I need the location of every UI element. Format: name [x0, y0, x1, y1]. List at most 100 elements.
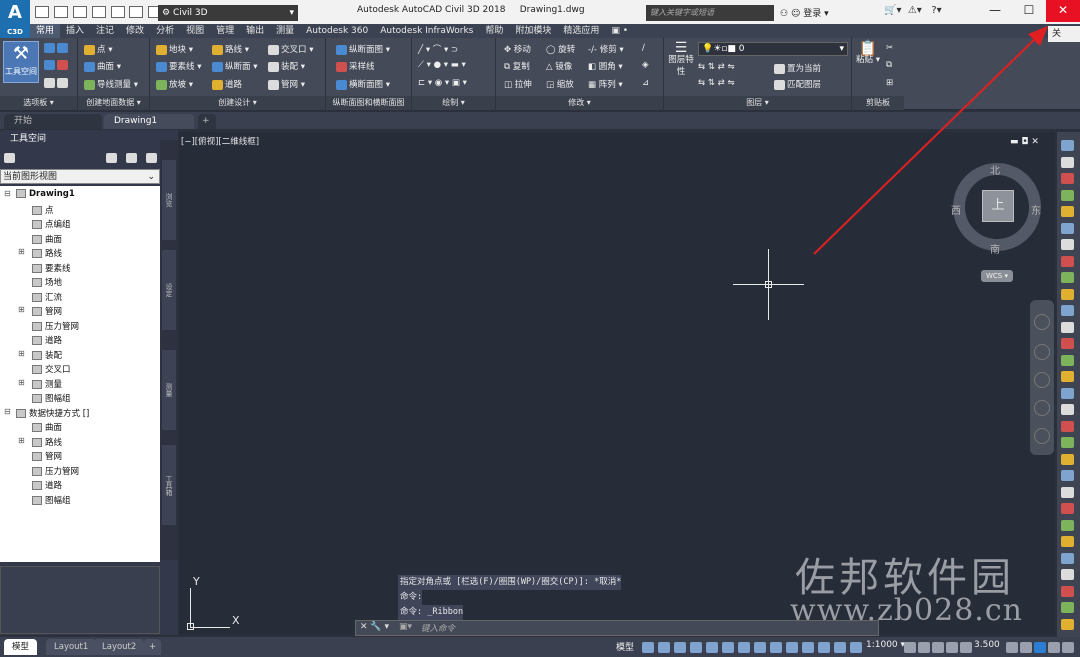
tree-item[interactable]: 要素线	[32, 262, 71, 274]
status-tool-icon[interactable]	[904, 642, 916, 653]
tree-item[interactable]: 交叉口	[32, 363, 71, 375]
palette-list-icon[interactable]	[126, 153, 137, 163]
mirror-button[interactable]: △ 镜像	[546, 60, 572, 72]
tab-view[interactable]: 视图	[180, 24, 210, 38]
toolbar-tool-icon[interactable]	[1061, 437, 1074, 448]
tab-prospector[interactable]: 浏览	[162, 160, 176, 240]
toolbar-tool-icon[interactable]	[1061, 519, 1074, 531]
toolbar-tool-icon[interactable]	[1061, 585, 1074, 597]
status-tool-icon[interactable]	[932, 642, 944, 653]
help-icon[interactable]: ?▾	[931, 5, 941, 16]
toolbar-tool-icon[interactable]	[1061, 602, 1074, 613]
status-toggle-icon[interactable]	[722, 642, 734, 653]
annotation-scale[interactable]: 1:1000 ▾	[866, 640, 905, 650]
line-icon[interactable]: ╱ ▾ ⌒ ▾ ⊃	[418, 43, 458, 55]
tree-item[interactable]: 图幅组	[32, 392, 71, 404]
status-right-icon[interactable]	[1020, 642, 1032, 653]
toolbar-tool-icon[interactable]	[1061, 387, 1074, 399]
status-tool-icon[interactable]	[960, 642, 972, 653]
tree-item[interactable]: 曲面	[32, 421, 62, 433]
tab-insert[interactable]: 插入	[60, 24, 90, 38]
tree-expander[interactable]: ⊞	[18, 378, 25, 387]
layer-tools-row1[interactable]: ⇆ ⇅ ⇄ ⇋	[698, 62, 735, 72]
status-right-icon[interactable]	[1006, 642, 1018, 653]
status-toggle-icon[interactable]	[770, 642, 782, 653]
panel-label[interactable]: 绘制 ▾	[412, 96, 495, 110]
toolbar-tool-icon[interactable]	[1061, 288, 1074, 300]
palette-help-icon[interactable]	[146, 153, 157, 163]
sample-lines-button[interactable]: 采样线	[336, 60, 375, 72]
panel-label[interactable]: 修改 ▾	[496, 96, 663, 110]
tree-item[interactable]: 路线	[32, 436, 62, 448]
toolbar-tool-icon[interactable]	[1061, 156, 1074, 168]
tab-analyze[interactable]: 分析	[150, 24, 180, 38]
command-input[interactable]: 键入命令	[421, 622, 455, 634]
close-button[interactable]: ✕	[1046, 0, 1080, 22]
toolbar-tool-icon[interactable]	[1061, 371, 1074, 382]
hatch-icon[interactable]: ⊏ ▾ ◉ ▾ ▣ ▾	[418, 78, 467, 88]
tab-addins[interactable]: 附加模块	[509, 24, 557, 38]
status-tool-icon[interactable]	[946, 642, 958, 653]
undo-icon[interactable]	[129, 6, 144, 18]
search-input[interactable]: 键入关键字或短语	[646, 5, 774, 21]
status-toggle-icon[interactable]	[674, 642, 686, 653]
points-button[interactable]: 点 ▾	[84, 43, 112, 55]
tree-item[interactable]: Drawing1	[16, 189, 75, 199]
toolbar-tool-icon[interactable]	[1061, 618, 1074, 630]
pipe-network-button[interactable]: 管网 ▾	[268, 78, 305, 90]
tab-modify[interactable]: 修改	[120, 24, 150, 38]
status-right-icon[interactable]	[1048, 642, 1060, 653]
toolbar-tool-icon[interactable]	[1061, 305, 1074, 316]
viewport-label[interactable]: [−][俯视][二维线框]	[181, 135, 259, 147]
panel-label[interactable]: 选项板 ▾	[0, 96, 77, 110]
tab-extra[interactable]: ▣ •	[605, 24, 634, 38]
profile-button[interactable]: 纵断面 ▾	[212, 60, 257, 72]
status-toggle-icon[interactable]	[706, 642, 718, 653]
tree-item[interactable]: 点	[32, 204, 54, 216]
tree-item[interactable]: 压力管网	[32, 465, 79, 477]
open-icon[interactable]	[53, 6, 68, 18]
palette-icon-3[interactable]	[44, 78, 70, 89]
tree-item[interactable]: 管网	[32, 450, 62, 462]
toolbar-tool-icon[interactable]	[1061, 354, 1074, 366]
toolbar-tool-icon[interactable]	[1061, 222, 1074, 234]
tree-item[interactable]: 道路	[32, 334, 62, 346]
toolbar-tool-icon[interactable]	[1061, 486, 1074, 498]
orbit-icon[interactable]	[1034, 400, 1050, 416]
tree-item[interactable]: 汇流	[32, 291, 62, 303]
traverse-button[interactable]: 导线测量 ▾	[84, 78, 138, 90]
toolspace-button[interactable]: ⚒ 工具空间	[3, 41, 39, 83]
toolbar-tool-icon[interactable]	[1061, 140, 1074, 151]
layer-properties-button[interactable]: ☰ 图层特性	[668, 41, 694, 78]
login-button[interactable]: ⚇ ☺ 登录 ▾	[780, 6, 829, 19]
tab-toolbox[interactable]: 工具箱	[162, 445, 176, 525]
status-toggle-icon[interactable]	[754, 642, 766, 653]
save-as-icon[interactable]	[91, 6, 106, 18]
copy-button[interactable]: ⧉ 复制	[504, 60, 530, 72]
tree-expander[interactable]: ⊟	[4, 407, 11, 416]
erase-icon[interactable]: ∕	[642, 43, 645, 53]
tree-expander[interactable]: ⊟	[4, 189, 11, 198]
status-toggle-icon[interactable]	[834, 642, 846, 653]
toolbar-tool-icon[interactable]	[1061, 272, 1074, 283]
status-toggle-icon[interactable]	[690, 642, 702, 653]
stretch-button[interactable]: ◫ 拉伸	[504, 78, 532, 90]
panel-label[interactable]: 创建设计 ▾	[150, 96, 325, 110]
print-icon[interactable]	[110, 6, 125, 18]
grading-button[interactable]: 放坡 ▾	[156, 78, 193, 90]
palette-toggle-icon[interactable]	[4, 153, 15, 163]
tab-settings[interactable]: 设定	[162, 250, 176, 330]
toolbar-tool-icon[interactable]	[1061, 173, 1074, 184]
rotate-button[interactable]: ◯ 旋转	[546, 43, 575, 55]
maximize-button[interactable]: ☐	[1012, 0, 1046, 22]
elevation-value[interactable]: 3.500	[974, 640, 1000, 650]
tab-autodesk-360[interactable]: Autodesk 360	[300, 24, 374, 38]
palette-icon-1[interactable]	[44, 43, 70, 54]
polyline-icon[interactable]: ⟋ ▾ ● ▾ ▬ ▾	[418, 60, 466, 70]
model-space-button[interactable]: 模型	[616, 640, 634, 653]
array-button[interactable]: ▦ 阵列 ▾	[588, 78, 623, 90]
trim-button[interactable]: -/- 修剪 ▾	[588, 43, 624, 55]
tab-help[interactable]: 帮助	[479, 24, 509, 38]
toolbar-tool-icon[interactable]	[1061, 338, 1074, 349]
layout-tab-model[interactable]: 模型	[4, 639, 38, 655]
